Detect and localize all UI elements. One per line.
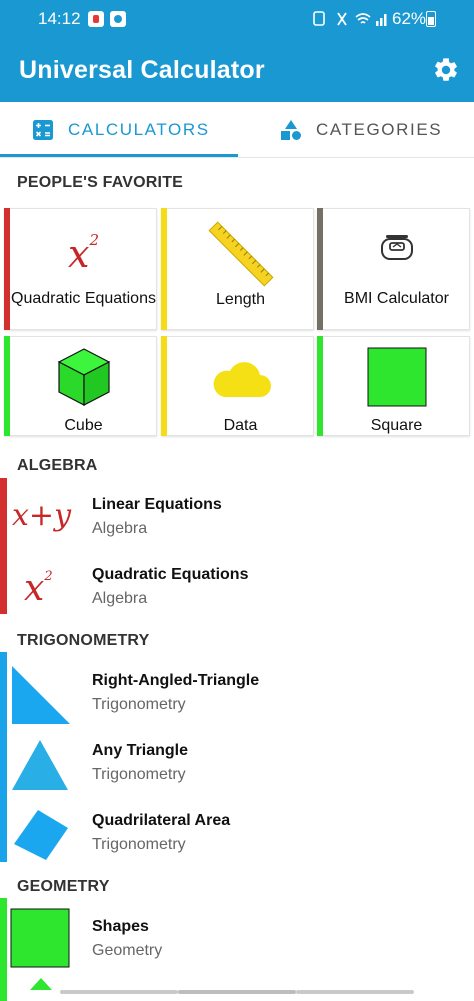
calculator-icon [33, 120, 53, 140]
item-subtitle: Trigonometry [92, 836, 186, 853]
card-label: Length [216, 291, 265, 308]
notification-app-icon [110, 11, 126, 27]
nav-gesture-hint [60, 990, 178, 994]
item-title: Quadrilateral Area [92, 812, 231, 829]
list-item-any-triangle[interactable]: Any Triangle Trigonometry [0, 730, 474, 800]
favorite-card-quadratic-equations[interactable]: x2 Quadratic Equations [4, 208, 157, 330]
item-subtitle: Algebra [92, 590, 148, 607]
favorite-card-cube[interactable]: Cube [4, 336, 157, 436]
card-accent-bar [161, 336, 167, 436]
square-icon [10, 908, 70, 968]
right-triangle-icon [12, 666, 70, 724]
triangle-icon [12, 740, 68, 790]
battery-level: 62% [392, 9, 427, 28]
tab-bar: CALCULATORS CATEGORIES [0, 102, 474, 158]
card-label: Cube [64, 417, 103, 434]
card-label: Quadratic Equations [11, 290, 156, 307]
item-subtitle: Trigonometry [92, 766, 186, 783]
app-title: Universal Calculator [19, 56, 265, 84]
card-accent-bar [4, 208, 10, 330]
ruler-icon [207, 221, 274, 287]
tab-categories-label: CATEGORIES [316, 120, 443, 139]
tab-calculators-label: CALCULATORS [68, 120, 210, 139]
x-plus-y-icon: x+y [12, 498, 72, 533]
card-accent-bar [161, 208, 167, 330]
settings-gear-icon[interactable] [432, 56, 460, 84]
section-header-algebra: ALGEBRA [17, 457, 98, 474]
section-header-geometry: GEOMETRY [17, 878, 110, 895]
section-header-trigonometry: TRIGONOMETRY [17, 632, 150, 649]
status-time: 14:12 [38, 9, 81, 28]
tab-categories[interactable]: CATEGORIES [280, 102, 442, 158]
square-icon [367, 347, 426, 407]
card-accent-bar [4, 336, 10, 436]
favorite-card-length[interactable]: Length [161, 208, 314, 330]
tab-calculators[interactable]: CALCULATORS [32, 102, 210, 158]
nav-gesture-hint [296, 990, 414, 994]
item-title: Any Triangle [92, 742, 189, 759]
card-label: BMI Calculator [344, 290, 449, 307]
quadrilateral-icon [14, 810, 68, 860]
item-subtitle: Algebra [92, 520, 148, 537]
app-bar: Universal Calculator [0, 38, 474, 102]
list-item-linear-equations[interactable]: x+y Linear Equations Algebra [0, 484, 474, 554]
item-subtitle: Trigonometry [92, 696, 186, 713]
scale-icon [380, 235, 413, 260]
cloud-icon [213, 362, 271, 397]
section-header-favorites: PEOPLE'S FAVORITE [17, 174, 184, 191]
x-squared-icon: x2 [24, 568, 53, 609]
tab-selected-indicator [0, 154, 238, 157]
item-title: Shapes [92, 918, 149, 935]
cube-icon [57, 348, 110, 406]
battery-icon [426, 11, 436, 27]
shapes-icon [281, 120, 301, 140]
item-title: Quadratic Equations [92, 566, 249, 583]
card-label: Square [370, 417, 423, 434]
x-squared-icon: x2 [68, 231, 99, 276]
nav-gesture-hint [178, 990, 296, 994]
list-item-right-angled-triangle[interactable]: Right-Angled-Triangle Trigonometry [0, 660, 474, 730]
favorite-card-data[interactable]: Data [161, 336, 314, 436]
list-item-quadratic-equations[interactable]: x2 Quadratic Equations Algebra [0, 554, 474, 624]
list-item-quadrilateral-area[interactable]: Quadrilateral Area Trigonometry [0, 800, 474, 870]
card-label: Data [223, 417, 258, 434]
favorite-card-square[interactable]: Square [317, 336, 470, 436]
list-item-shapes[interactable]: Shapes Geometry [0, 906, 474, 976]
status-bar: 14:12 62% [0, 0, 474, 38]
item-title: Linear Equations [92, 496, 222, 513]
card-accent-bar [317, 336, 323, 436]
favorite-card-bmi-calculator[interactable]: BMI Calculator [317, 208, 470, 330]
signal-icons [313, 11, 387, 26]
item-title: Right-Angled-Triangle [92, 672, 260, 689]
item-subtitle: Geometry [92, 942, 163, 959]
card-accent-bar [317, 208, 323, 330]
notification-app-icon [88, 11, 104, 27]
partial-list-icon [30, 978, 52, 990]
